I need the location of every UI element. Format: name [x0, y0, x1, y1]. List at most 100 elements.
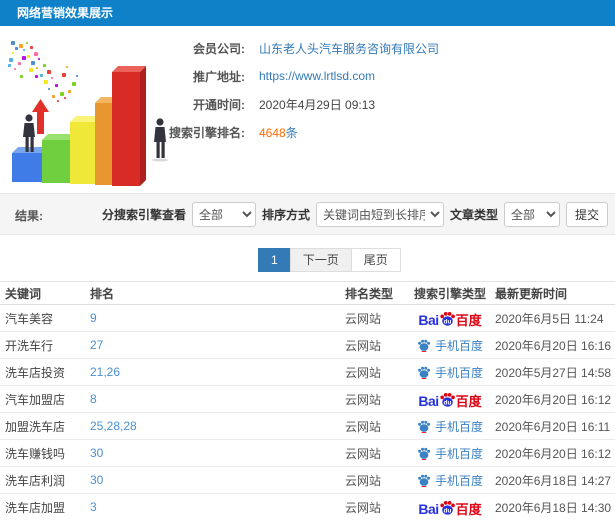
- engine-cell: Bai du 百度: [405, 310, 495, 327]
- open-time-value: 2020年4月29日 09:13: [259, 97, 376, 112]
- rank-cell[interactable]: 9: [90, 311, 345, 325]
- table-row: 洗车店加盟 3 云网站 Bai du 百度 2020年6月18日 14:30: [0, 494, 615, 520]
- keyword-cell: 洗车店投资: [5, 365, 66, 380]
- sort-filter-select[interactable]: 关键词由短到长排序: [315, 202, 444, 227]
- paw-icon: [418, 447, 431, 460]
- paw-icon: [418, 366, 431, 379]
- person-left: [23, 114, 35, 152]
- top-bar: 网络营销效果展示: [0, 0, 615, 26]
- rank-type-cell: 云网站: [345, 365, 382, 380]
- ranking-count-suffix: 条: [285, 125, 298, 140]
- mobile-baidu-label: 手机百度: [434, 338, 483, 353]
- rank-cell[interactable]: 27: [90, 338, 345, 352]
- keyword-cell: 洗车店利润: [5, 473, 66, 488]
- svg-text:du: du: [443, 507, 451, 514]
- promo-url-link[interactable]: https://www.lrtlsd.com: [259, 69, 375, 83]
- mobile-baidu-label: 手机百度: [434, 446, 483, 461]
- baidu-logo: Bai du 百度: [418, 391, 482, 409]
- filter-band: 结果: 分搜索引擎查看 全部 排序方式 关键词由短到长排序 文章类型 全部 提交: [0, 193, 615, 235]
- baidu-logo-latin: Bai: [418, 392, 439, 409]
- keyword-cell: 开洗车行: [5, 338, 54, 353]
- mobile-baidu-logo: 手机百度: [417, 445, 483, 462]
- table-row: 汽车加盟店 8 云网站 Bai du 百度 2020年6月20日 16:12: [0, 386, 615, 413]
- promo-url-label: 推广地址:: [193, 69, 245, 84]
- rank-type-cell: 云网站: [345, 419, 382, 434]
- updated-cell: 2020年6月5日 11:24: [495, 311, 604, 326]
- pagination-next-button[interactable]: 下一页: [289, 248, 352, 272]
- engine-cell: Bai du 百度: [405, 391, 495, 408]
- table-row: 开洗车行 27 云网站 手机百度 2020年6月20日 16:16: [0, 332, 615, 359]
- up-arrow-icon: [32, 99, 49, 134]
- table-row: 洗车店投资 21,26 云网站 手机百度 2020年5月27日 14:58: [0, 359, 615, 386]
- engine-cell: 手机百度: [405, 337, 495, 354]
- open-time-label: 开通时间:: [193, 97, 245, 112]
- pagination: 1 下一页 尾页: [258, 248, 401, 272]
- article-type-select[interactable]: 全部: [503, 202, 560, 227]
- rank-cell[interactable]: 21,26: [90, 365, 345, 379]
- result-label: 结果:: [15, 209, 43, 223]
- mobile-baidu-label: 手机百度: [434, 365, 483, 380]
- baidu-logo-chinese: 百度: [455, 501, 482, 517]
- info-row-url: 推广地址: https://www.lrtlsd.com: [150, 66, 570, 86]
- engine-cell: 手机百度: [405, 472, 495, 489]
- baidu-logo-latin: Bai: [418, 500, 439, 517]
- baidu-logo-latin: Bai: [418, 311, 439, 328]
- rank-type-cell: 云网站: [345, 500, 382, 515]
- rank-type-cell: 云网站: [345, 338, 382, 353]
- header-rank-type: 排名类型: [345, 286, 394, 301]
- rank-type-cell: 云网站: [345, 446, 382, 461]
- engine-cell: 手机百度: [405, 418, 495, 435]
- table-row: 加盟洗车店 25,28,28 云网站 手机百度 2020年6月20日 16:11: [0, 413, 615, 440]
- ranking-count-number: 4648: [259, 125, 286, 140]
- table-header-row: 关键词 排名 排名类型 搜索引擎类型 最新更新时间: [0, 281, 615, 305]
- rank-cell[interactable]: 30: [90, 473, 345, 487]
- ranking-count-label: 搜索引擎排名:: [169, 125, 245, 140]
- pagination-last-button[interactable]: 尾页: [350, 248, 401, 272]
- baidu-paw-icon: du: [439, 500, 455, 515]
- mobile-baidu-logo: 手机百度: [417, 472, 483, 489]
- header-engine-type: 搜索引擎类型: [413, 286, 486, 301]
- keyword-cell: 加盟洗车店: [5, 419, 66, 434]
- company-label: 会员公司:: [193, 41, 245, 56]
- engine-cell: 手机百度: [405, 445, 495, 462]
- paw-icon: [418, 420, 431, 433]
- updated-cell: 2020年6月20日 16:16: [495, 338, 612, 353]
- mobile-baidu-label: 手机百度: [434, 473, 483, 488]
- member-info: 会员公司: 山东老人头汽车服务咨询有限公司 推广地址: https://www.…: [150, 38, 570, 150]
- rank-cell[interactable]: 3: [90, 500, 345, 514]
- keyword-cell: 洗车店加盟: [5, 500, 66, 515]
- submit-button[interactable]: 提交: [565, 202, 608, 227]
- engine-filter-label: 分搜索引擎查看: [101, 208, 186, 222]
- keyword-cell: 汽车美容: [5, 311, 54, 326]
- rank-type-cell: 云网站: [345, 473, 382, 488]
- svg-text:du: du: [443, 318, 451, 325]
- sort-filter-label: 排序方式: [261, 208, 310, 222]
- table-row: 洗车店利润 30 云网站 手机百度 2020年6月18日 14:27: [0, 467, 615, 494]
- info-row-open-time: 开通时间: 2020年4月29日 09:13: [150, 94, 570, 114]
- updated-cell: 2020年6月18日 14:30: [495, 500, 612, 515]
- baidu-logo: Bai du 百度: [418, 499, 482, 517]
- updated-cell: 2020年6月18日 14:27: [495, 473, 612, 488]
- table-row: 汽车美容 9 云网站 Bai du 百度 2020年6月5日 11:24: [0, 305, 615, 332]
- mobile-baidu-logo: 手机百度: [417, 418, 483, 435]
- engine-filter-select[interactable]: 全部: [191, 202, 256, 227]
- company-link[interactable]: 山东老人头汽车服务咨询有限公司: [259, 40, 439, 57]
- rank-cell[interactable]: 25,28,28: [90, 419, 345, 433]
- baidu-logo: Bai du 百度: [418, 310, 482, 328]
- updated-cell: 2020年6月20日 16:12: [495, 446, 612, 461]
- page-title: 网络营销效果展示: [17, 6, 114, 20]
- rank-type-cell: 云网站: [345, 392, 382, 407]
- header-rank: 排名: [90, 286, 115, 301]
- results-table-body: 汽车美容 9 云网站 Bai du 百度 2020年6月5日 11:24 开洗车行 …: [0, 305, 615, 520]
- updated-cell: 2020年5月27日 14:58: [495, 365, 612, 380]
- engine-cell: 手机百度: [405, 364, 495, 381]
- filter-controls: 分搜索引擎查看 全部 排序方式 关键词由短到长排序 文章类型 全部 提交: [102, 202, 608, 227]
- rank-cell[interactable]: 8: [90, 392, 345, 406]
- page: 网络营销效果展示 会员公司: 山东老人头汽车服务咨询有限公司 推广地址: htt…: [0, 0, 615, 520]
- header-keyword: 关键词: [5, 286, 42, 301]
- pagination-page-1[interactable]: 1: [258, 248, 291, 272]
- mobile-baidu-label: 手机百度: [434, 419, 483, 434]
- rank-cell[interactable]: 30: [90, 446, 345, 460]
- confetti-dots: [8, 41, 78, 102]
- table-row: 洗车赚钱吗 30 云网站 手机百度 2020年6月20日 16:12: [0, 440, 615, 467]
